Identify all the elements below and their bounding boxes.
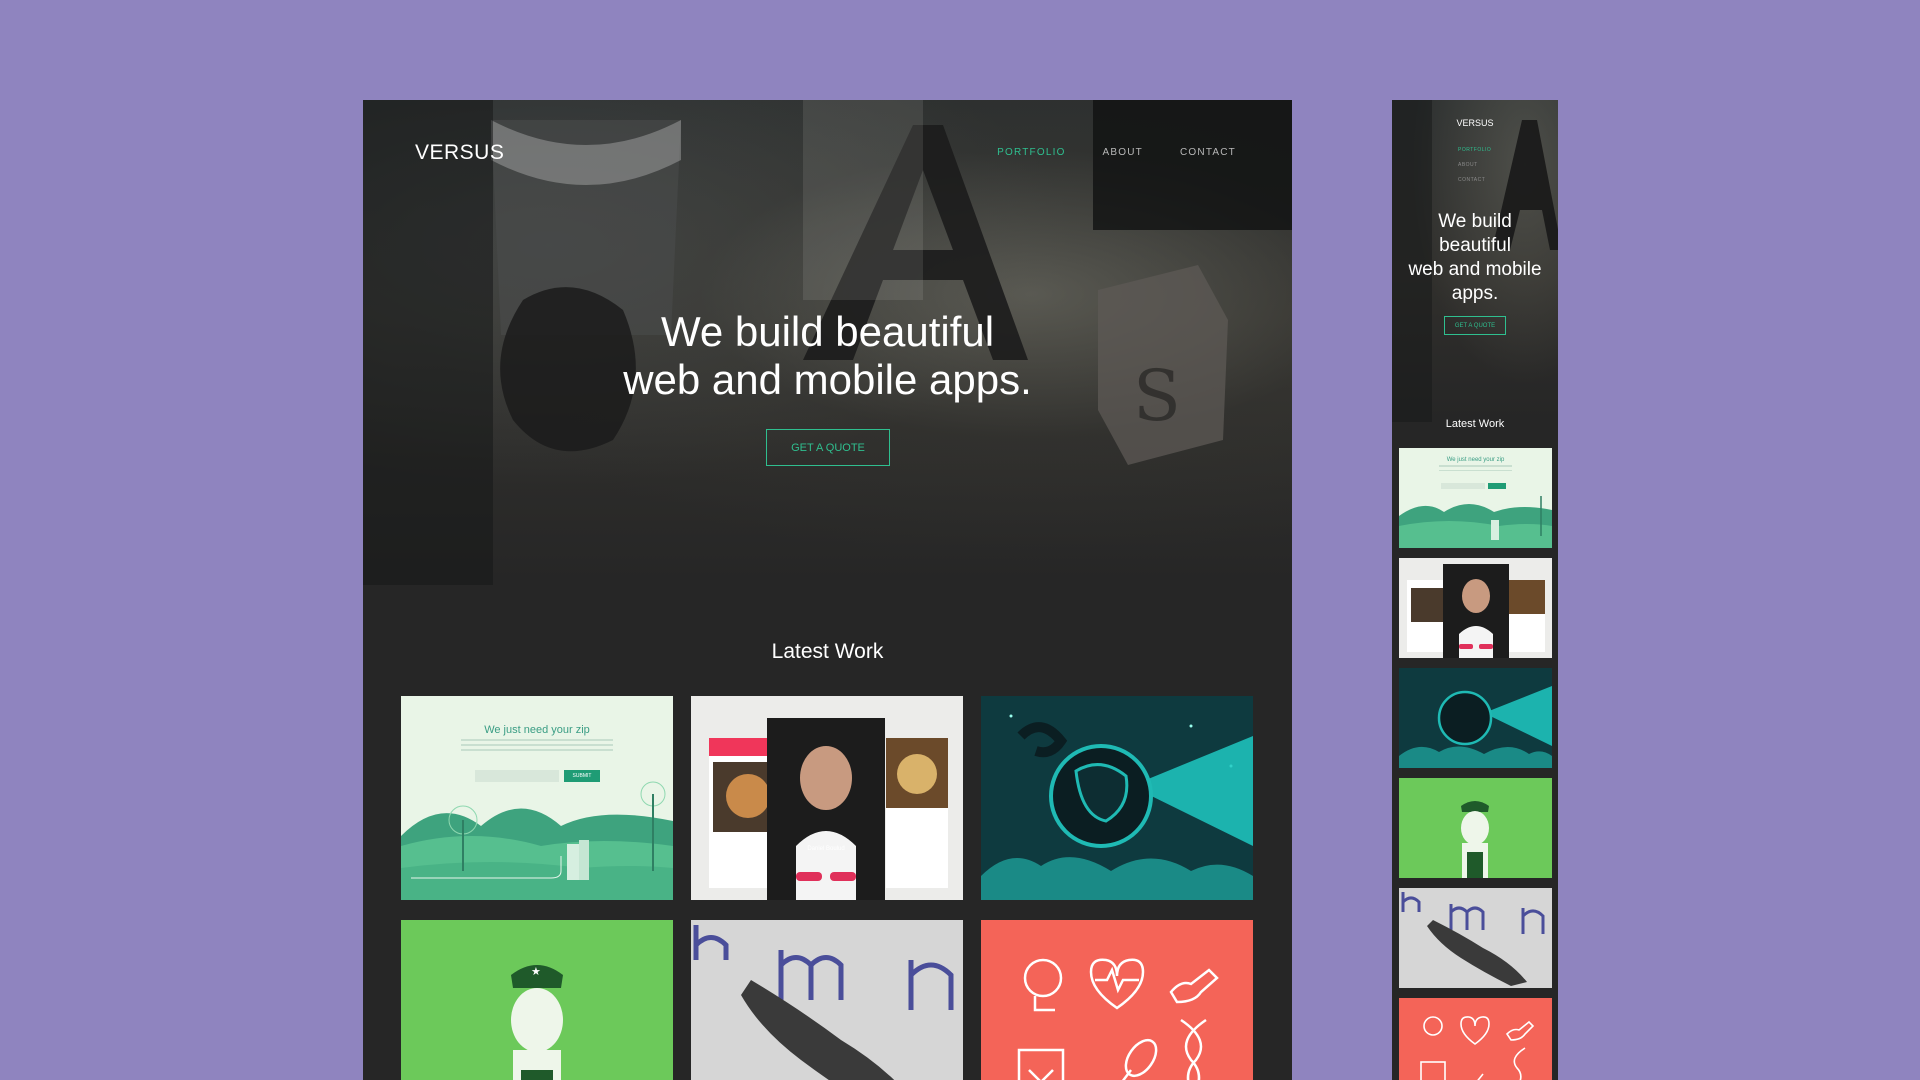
project-tile-octopus-illustration[interactable] — [981, 696, 1253, 900]
nav-contact[interactable]: CONTACT — [1180, 147, 1236, 158]
mobile-latest-work-heading: Latest Work — [1445, 418, 1505, 430]
mobile-headline-line-2: beautiful — [1439, 235, 1511, 256]
character-illustration: ★ — [511, 965, 563, 1080]
svg-text:★: ★ — [531, 965, 541, 978]
latest-work-heading: Latest Work — [771, 640, 884, 663]
mobile-tile-zip-landing[interactable]: We just need your zip — [1399, 448, 1552, 548]
mobile-tile-octopus-illustration[interactable] — [1399, 668, 1552, 768]
top-nav: PORTFOLIO ABOUT CONTACT — [997, 147, 1236, 158]
handshake-illustration — [693, 925, 954, 1080]
mobile-nav-portfolio[interactable]: PORTFOLIO — [1458, 147, 1491, 153]
mobile-landscape-illustration — [1399, 496, 1552, 548]
hero-headline-line-2: web and mobile apps. — [623, 356, 1032, 403]
mobile-tile-health-icons[interactable] — [1399, 998, 1552, 1080]
project-tile-health-icons[interactable] — [981, 920, 1253, 1080]
hero-headline-line-1: We build beautiful — [660, 308, 995, 355]
mobile-headline-line-4: apps. — [1451, 283, 1499, 304]
mobile-tile-handshake-art[interactable] — [1399, 888, 1552, 988]
mobile-hero-section: VERSUS PORTFOLIO ABOUT CONTACT We build … — [1392, 100, 1558, 422]
octopus-helmet-illustration — [981, 714, 1253, 900]
mobile-site-logo[interactable]: VERSUS — [1392, 118, 1558, 128]
mobile-portfolio-list: We just need your zip — [1399, 448, 1552, 1080]
project-tile-zip-landing[interactable]: We just need your zip SUBMIT — [401, 696, 673, 900]
mobile-tile-green-character[interactable] — [1399, 778, 1552, 878]
mobile-hero-headline: We build beautiful web and mobile apps. — [1392, 210, 1558, 306]
mobile-tile-chef-app[interactable] — [1399, 558, 1552, 658]
get-a-quote-button[interactable]: GET A QUOTE — [766, 429, 890, 466]
mobile-nav-about[interactable]: ABOUT — [1458, 162, 1491, 168]
project-tile-handshake-art[interactable] — [691, 920, 963, 1080]
mobile-get-a-quote-button[interactable]: GET A QUOTE — [1444, 316, 1506, 335]
hero-headline: We build beautiful web and mobile apps. — [363, 308, 1292, 404]
mobile-octopus-illustration — [1399, 686, 1552, 768]
health-icons-illustration — [1017, 958, 1219, 1080]
nav-about[interactable]: ABOUT — [1103, 147, 1143, 158]
mobile-health-icons-illustration — [1420, 1016, 1535, 1080]
mobile-headline-line-3: web and mobile — [1408, 259, 1542, 280]
desktop-page-mockup: S VERSUS PORTFOLIO ABOUT CONTACT We buil… — [363, 100, 1292, 1080]
chef-app-screens — [709, 718, 948, 900]
nav-portfolio[interactable]: PORTFOLIO — [997, 147, 1065, 158]
hero-section: S VERSUS PORTFOLIO ABOUT CONTACT We buil… — [363, 100, 1292, 585]
mobile-nav-contact[interactable]: CONTACT — [1458, 177, 1491, 183]
project-tile-green-character[interactable]: ★ — [401, 920, 673, 1080]
portfolio-grid: We just need your zip SUBMIT Daniel Boul… — [401, 696, 1253, 1080]
mobile-character-illustration — [1461, 801, 1489, 878]
mobile-chef-app-screens — [1407, 564, 1545, 658]
site-logo[interactable]: VERSUS — [415, 141, 504, 165]
mobile-page-mockup: VERSUS PORTFOLIO ABOUT CONTACT We build … — [1392, 100, 1558, 1080]
project-tile-chef-app[interactable]: Daniel Boulud — [691, 696, 963, 900]
landscape-illustration — [401, 781, 673, 900]
mobile-headline-line-1: We build — [1438, 211, 1512, 232]
chef-name: Daniel Boulud — [807, 846, 845, 852]
mobile-nav: PORTFOLIO ABOUT CONTACT — [1458, 147, 1491, 183]
mobile-handshake-illustration — [1401, 892, 1545, 986]
